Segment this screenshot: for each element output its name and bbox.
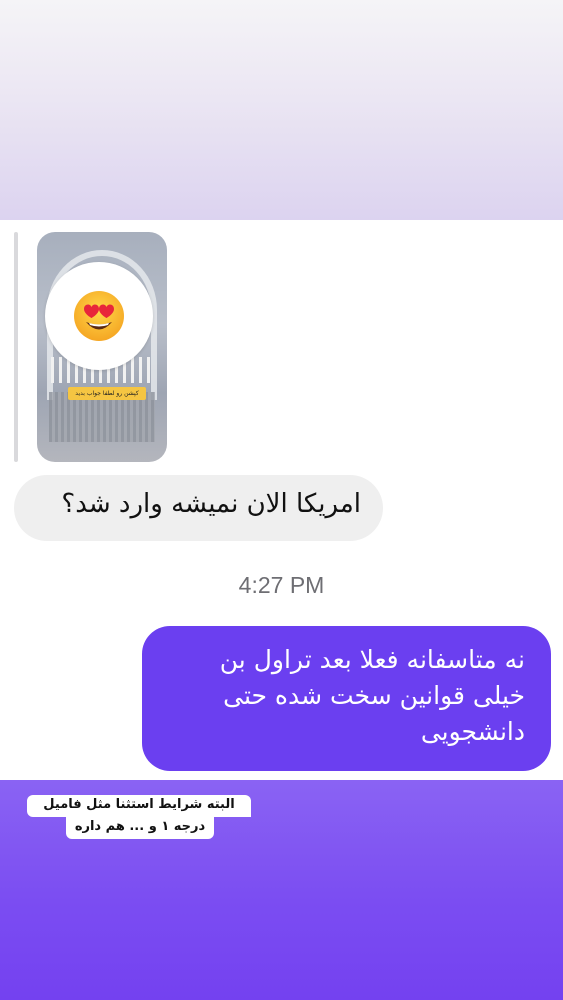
top-gradient-band	[0, 0, 563, 220]
emoji-sticker	[45, 262, 153, 370]
reply-indicator-bar	[14, 232, 18, 462]
outgoing-message-bubble[interactable]: نه متاسفانه فعلا بعد تراول بن خیلی قوانی…	[142, 626, 551, 771]
heart-eyes-emoji-icon	[74, 291, 124, 341]
message-timestamp: 4:27 PM	[238, 572, 325, 598]
incoming-message-bubble[interactable]: امریکا الان نمیشه وارد شد؟	[14, 475, 383, 541]
overlay-note-line-2: درجه ۱ و ... هم داره	[66, 817, 214, 839]
story-caption-label: کپشن رو لطفا جواب بدید	[68, 387, 146, 400]
overlay-note-line-1: البته شرایط استثنا مثل فامیل	[27, 795, 251, 817]
